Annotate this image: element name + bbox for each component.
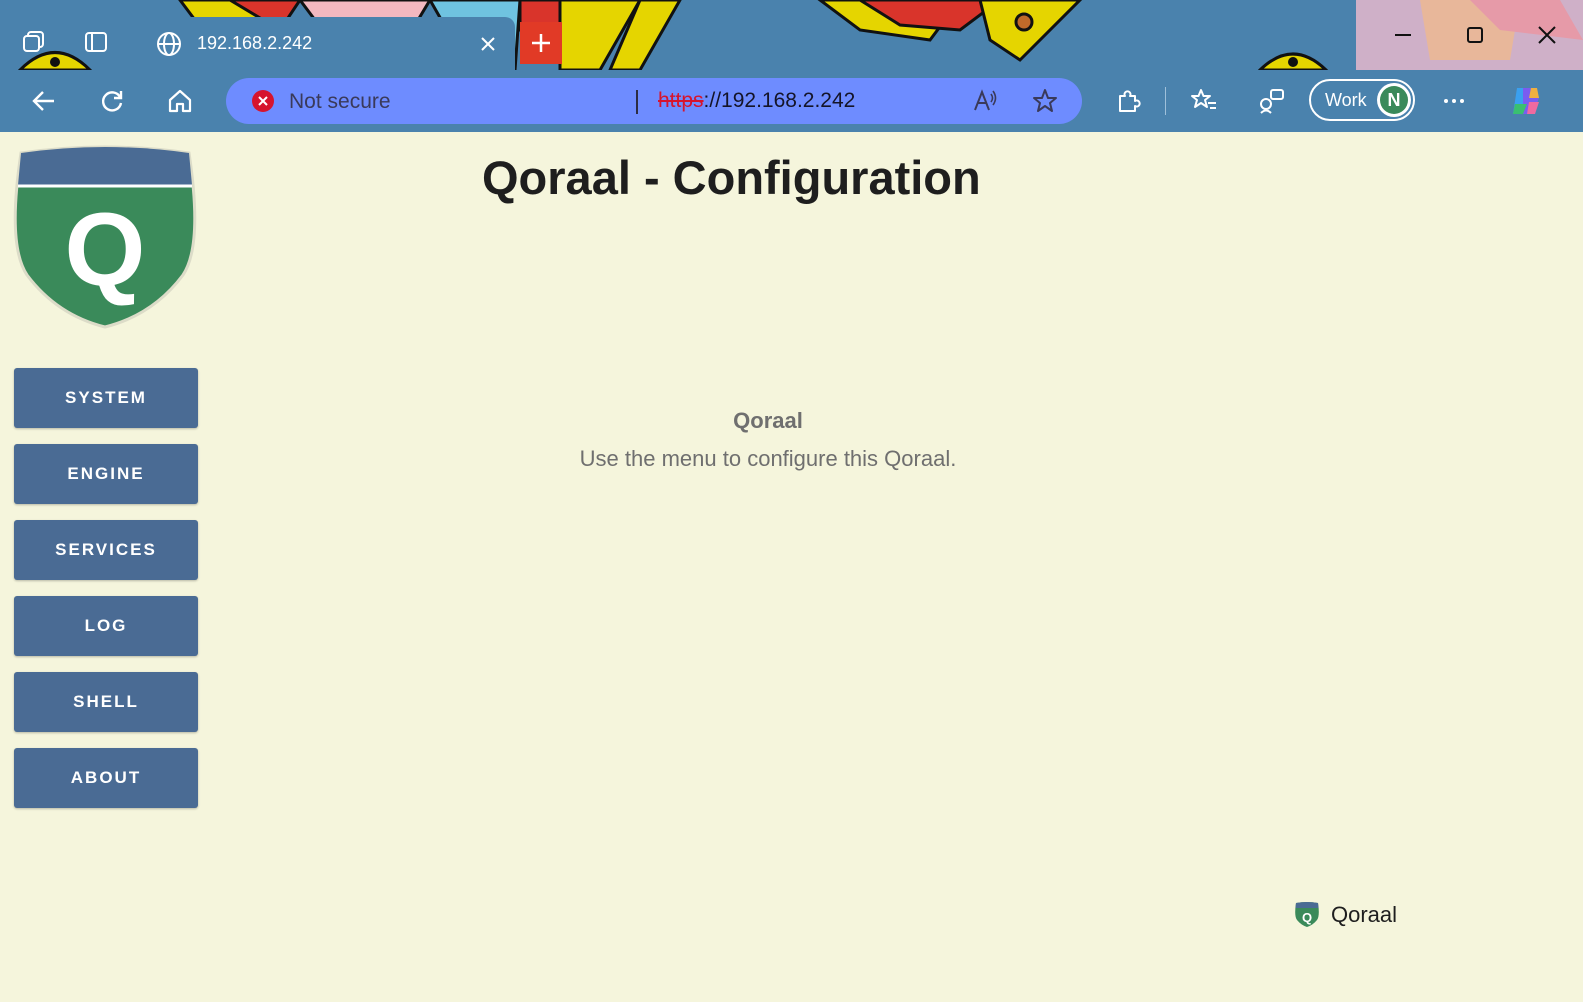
feedback-icon (1260, 89, 1284, 114)
refresh-button[interactable] (94, 83, 130, 119)
back-arrow-icon (32, 91, 54, 111)
read-aloud-icon[interactable] (970, 86, 1000, 116)
footer-label: Qoraal (1331, 902, 1398, 927)
globe-icon (157, 31, 181, 56)
copilot-icon (1513, 88, 1539, 114)
address-divider (636, 90, 638, 114)
page-content: Q Qoraal - Configuration SYSTEM ENGINE S… (0, 132, 1583, 1002)
toolbar-divider (1165, 87, 1166, 115)
minimize-button[interactable] (1367, 0, 1439, 70)
qoraal-shield-logo: Q (13, 145, 197, 329)
back-button[interactable] (26, 83, 62, 119)
browser-toolbar: Not secure https://192.168.2.242 Work N (0, 70, 1583, 132)
page-title: Qoraal - Configuration (482, 151, 981, 204)
profile-button[interactable]: Work N (1309, 79, 1415, 121)
url-rest: ://192.168.2.242 (703, 89, 856, 112)
settings-more-button[interactable] (1436, 83, 1472, 119)
security-label[interactable]: Not secure (289, 90, 391, 114)
maximize-icon (1467, 27, 1483, 43)
home-icon (168, 89, 192, 113)
home-button[interactable] (162, 83, 198, 119)
favorite-star-icon[interactable] (1030, 86, 1060, 116)
qoraal-shield-icon: Q (1295, 902, 1319, 927)
close-icon (1538, 26, 1556, 44)
logo-letter: Q (65, 192, 146, 308)
maximize-button[interactable] (1439, 0, 1511, 70)
nav-log-button[interactable]: LOG (14, 596, 198, 656)
nav-about-button[interactable]: ABOUT (14, 748, 198, 808)
browser-titlebar: 192.168.2.242 (0, 0, 1583, 70)
nav-shell-button[interactable]: SHELL (14, 672, 198, 732)
browser-tab[interactable]: 192.168.2.242 (143, 17, 515, 70)
address-bar[interactable]: Not secure https://192.168.2.242 (226, 78, 1082, 124)
more-icon (1444, 99, 1464, 103)
url-scheme: https (658, 89, 704, 112)
close-tab-icon[interactable] (473, 29, 503, 59)
main-nav: SYSTEM ENGINE SERVICES LOG SHELL ABOUT (14, 368, 198, 824)
new-tab-button[interactable] (520, 22, 562, 64)
avatar-letter: N (1380, 86, 1408, 114)
welcome-heading: Qoraal (733, 408, 803, 433)
minimize-icon (1395, 34, 1411, 36)
extensions-button[interactable] (1110, 83, 1146, 119)
plus-icon (532, 34, 550, 52)
welcome-text: Use the menu to configure this Qoraal. (579, 446, 957, 471)
favorites-list-icon (1191, 89, 1216, 109)
avatar: N (1377, 83, 1411, 117)
footer-logo-letter: Q (1302, 910, 1312, 925)
workspaces-icon[interactable] (18, 26, 50, 58)
not-secure-icon[interactable] (252, 90, 274, 112)
url-text[interactable]: https://192.168.2.242 (658, 89, 855, 113)
copilot-button[interactable] (1508, 83, 1544, 119)
profile-label: Work (1325, 89, 1367, 110)
close-window-button[interactable] (1511, 0, 1583, 70)
refresh-icon (101, 91, 123, 112)
nav-services-button[interactable]: SERVICES (14, 520, 198, 580)
puzzle-icon (1119, 90, 1141, 112)
footer: Q Qoraal (1295, 902, 1397, 928)
tab-title: 192.168.2.242 (197, 33, 313, 53)
tab-actions-icon[interactable] (80, 26, 112, 58)
collections-button[interactable] (1253, 83, 1289, 119)
favorites-button[interactable] (1186, 83, 1222, 119)
